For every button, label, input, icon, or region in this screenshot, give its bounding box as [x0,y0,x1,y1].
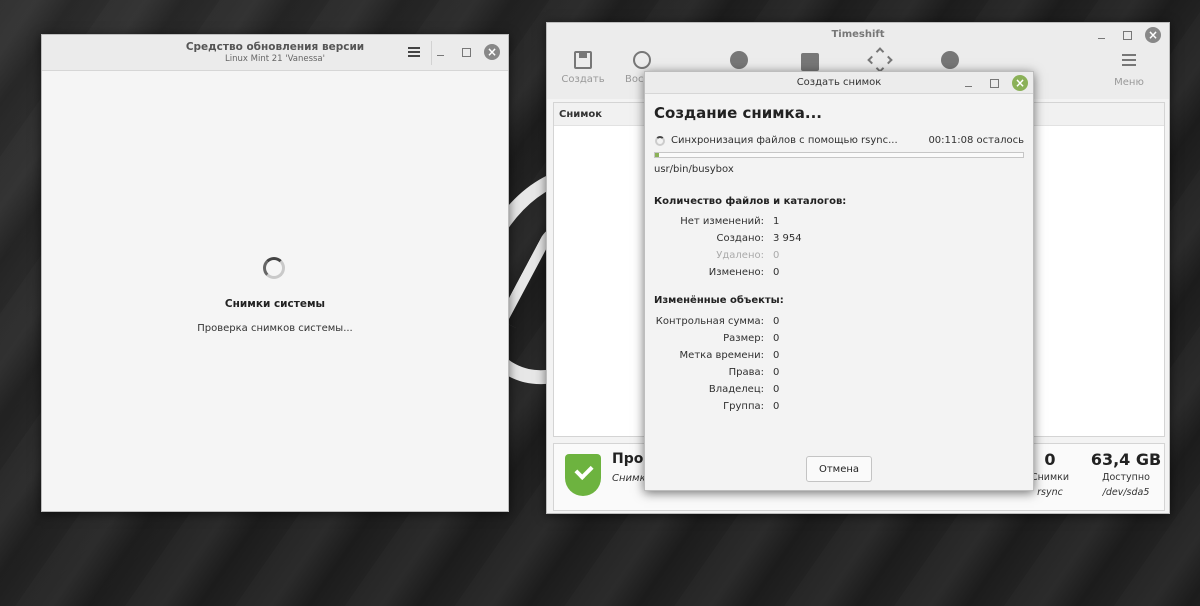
titlebar: Создать снимок [645,72,1033,94]
menu-button[interactable]: Меню [1104,51,1154,88]
folder-icon [801,53,819,71]
stat-label: Права: [728,367,764,378]
status-subtitle: Снимк [612,473,646,484]
stat-value: 0 [773,384,780,395]
stat-row: Нет изменений: 1 [645,216,1035,230]
close-icon[interactable] [1145,27,1161,43]
stat-value: 0 [773,267,780,278]
stat-label: Нет изменений: [680,216,764,227]
stat-label: Контрольная сумма: [655,316,764,327]
snapshot-count-stat: 0 Снимки rsync [1030,450,1070,498]
stat-row: Создано: 3 954 [645,233,1035,247]
stat-value: 0 [773,333,780,344]
snapshots-heading: Снимки системы [224,298,326,310]
minimize-icon[interactable] [960,75,976,91]
stat-value: 3 954 [773,233,802,244]
maximize-icon[interactable] [986,75,1002,91]
check-icon [941,51,959,69]
minimize-icon[interactable] [1093,27,1109,43]
files-section-heading: Количество файлов и каталогов: [654,196,847,207]
available-space: 63,4 GB [1090,450,1162,469]
menu-label: Меню [1114,77,1144,88]
stat-value: 0 [773,250,780,261]
stat-label: Группа: [723,401,764,412]
titlebar: Timeshift [547,23,1169,47]
snapshot-count-label: Снимки [1030,472,1070,483]
update-manager-window: Средство обновления версии Linux Mint 21… [41,34,509,512]
history-icon [633,51,651,69]
cancel-button[interactable]: Отмена [806,456,872,482]
time-remaining: 00:11:08 осталось [928,135,1024,146]
close-icon[interactable] [1012,75,1028,91]
stat-row: Изменено: 0 [645,267,1035,281]
loading-spinner-icon [263,257,285,279]
progress-spinner-icon [655,136,665,146]
stat-value: 0 [773,316,780,327]
menu-icon [1122,54,1136,72]
current-file: usr/bin/busybox [654,164,734,175]
available-label: Доступно [1102,472,1150,483]
progress-bar-fill [655,153,659,157]
create-button[interactable]: Создать [558,51,608,85]
dialog-heading: Создание снимка... [654,104,822,122]
maximize-icon[interactable] [1119,27,1135,43]
changed-section-heading: Изменённые объекты: [654,295,784,306]
available-space-stat: 63,4 GB Доступно /dev/sda5 [1090,450,1162,498]
stat-row: Удалено: 0 [645,250,1035,264]
stat-label: Размер: [723,333,764,344]
stat-value: 0 [773,350,780,361]
minimize-icon[interactable] [432,44,448,60]
stat-row: Размер: 0 [645,333,1035,347]
stat-value: 0 [773,401,780,412]
stat-label: Метка времени: [679,350,764,361]
stat-label: Изменено: [708,267,764,278]
stat-label: Создано: [716,233,765,244]
titlebar: Средство обновления версии Linux Mint 21… [42,35,508,71]
maximize-icon[interactable] [458,44,474,60]
stat-label: Владелец: [708,384,764,395]
stat-row: Владелец: 0 [645,384,1035,398]
tools-icon [867,47,893,73]
stat-row: Контрольная сумма: 0 [645,316,1035,330]
progress-bar [654,152,1024,158]
snapshot-count: 0 [1044,450,1056,469]
progress-label: Синхронизация файлов с помощью rsync... [671,135,898,146]
stat-row: Права: 0 [645,367,1035,381]
stat-value: 1 [773,216,780,227]
stat-label: Удалено: [716,250,764,261]
status-title: Про [612,451,644,467]
restore-label: Вос [625,74,644,85]
create-snapshot-dialog: Создать снимок Создание снимка... Синхро… [644,71,1034,491]
window-title: Timeshift [831,29,885,40]
stat-value: 0 [773,367,780,378]
snapshots-status-text: Проверка снимков системы... [197,323,353,334]
shield-check-icon [565,454,601,496]
delete-icon [730,51,748,69]
snapshot-type: rsync [1037,487,1063,498]
close-icon[interactable] [484,44,500,60]
stat-row: Группа: 0 [645,401,1035,415]
stat-row: Метка времени: 0 [645,350,1035,364]
create-label: Создать [561,74,605,85]
device-name: /dev/sda5 [1102,487,1150,498]
menu-icon[interactable] [408,45,420,59]
save-icon [574,51,592,69]
